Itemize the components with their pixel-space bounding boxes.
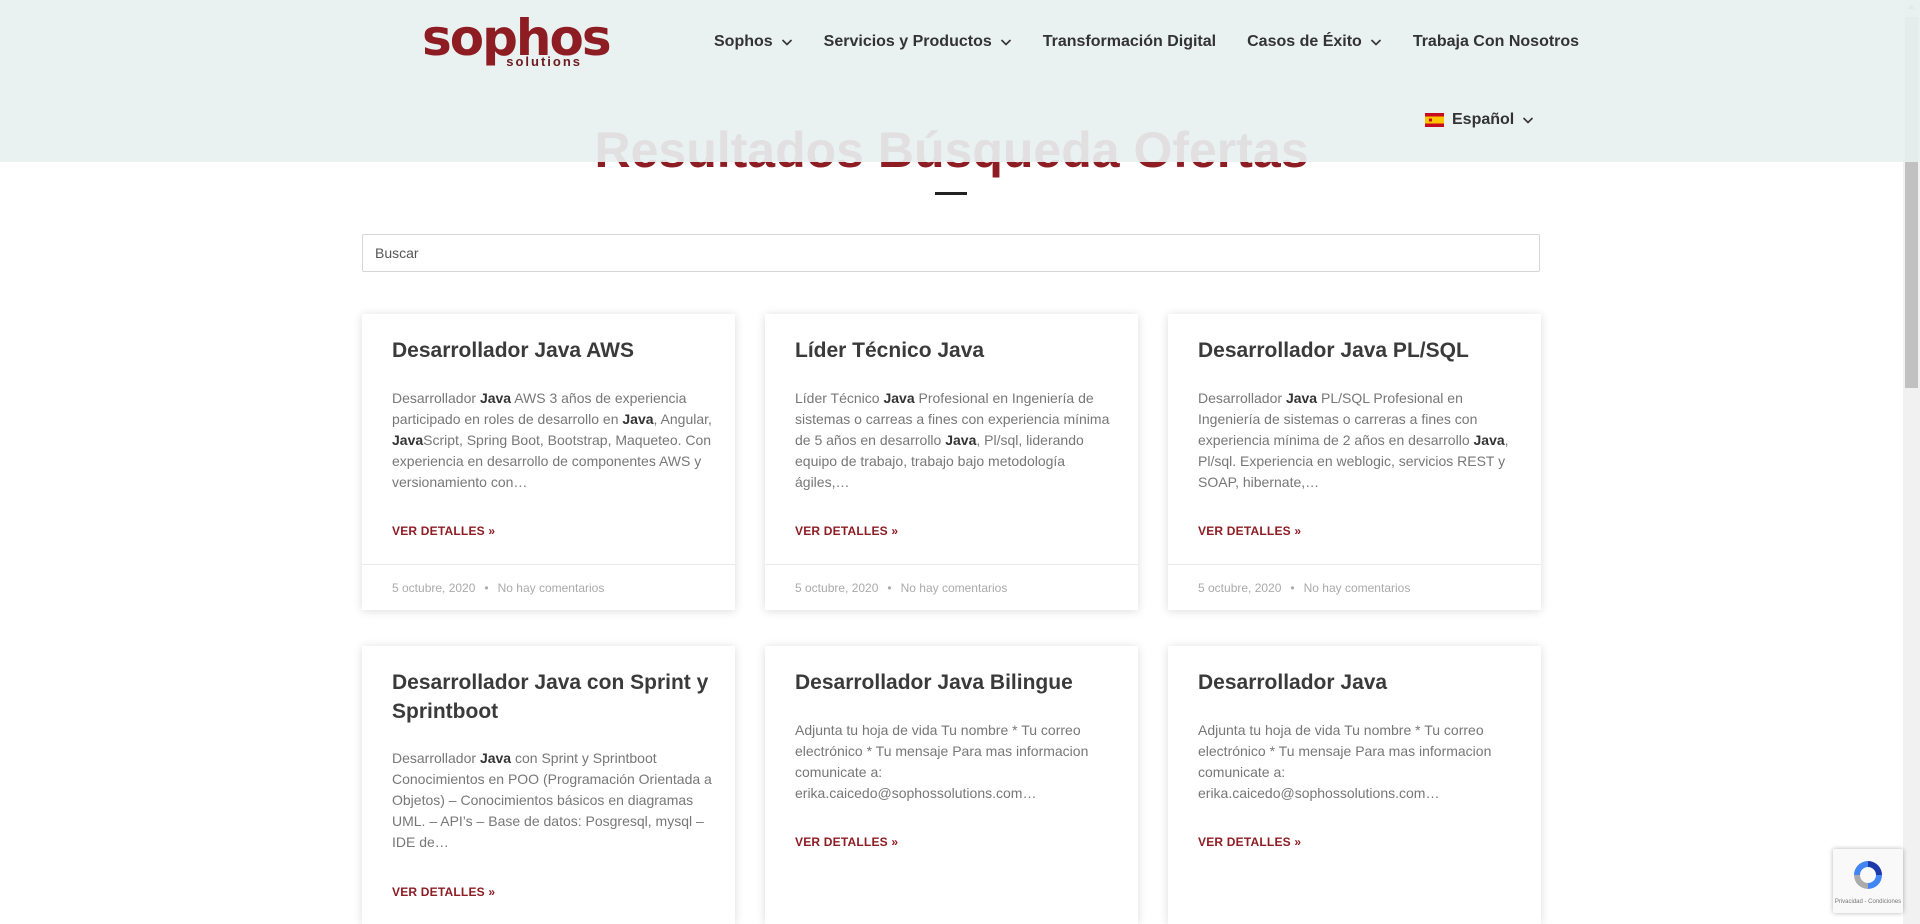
nav-item-trabaja-con-nosotros[interactable]: Trabaja Con Nosotros bbox=[1413, 30, 1579, 54]
nav-label: Transformación Digital bbox=[1042, 33, 1217, 50]
job-card-excerpt: Desarrollador Java AWS 3 años de experie… bbox=[392, 390, 712, 490]
search-highlight: Java bbox=[883, 390, 915, 406]
spain-flag-icon bbox=[1425, 113, 1444, 127]
recaptcha-badge[interactable]: Privacidad - Condiciones bbox=[1833, 849, 1903, 913]
job-card-excerpt: Adjunta tu hoja de vida Tu nombre * Tu c… bbox=[1198, 722, 1492, 801]
job-card-title[interactable]: Líder Técnico Java bbox=[795, 336, 1115, 365]
job-card: Líder Técnico Java Líder Técnico Java Pr… bbox=[765, 314, 1138, 610]
post-date: 5 octubre, 2020 bbox=[1198, 580, 1282, 595]
job-card-excerpt: Líder Técnico Java Profesional en Ingeni… bbox=[795, 390, 1110, 490]
nav-label: Casos de Éxito bbox=[1247, 33, 1362, 50]
separator-dot: • bbox=[887, 580, 892, 595]
nav-item-casos-exito[interactable]: Casos de Éxito bbox=[1247, 30, 1382, 54]
recaptcha-icon bbox=[1854, 861, 1882, 889]
nav-item-transformacion-digital[interactable]: Transformación Digital bbox=[1043, 30, 1216, 54]
job-card: Desarrollador Java PL/SQL Desarrollador … bbox=[1168, 314, 1541, 610]
logo-subtext: solutions bbox=[506, 54, 582, 69]
job-card-title[interactable]: Desarrollador Java PL/SQL bbox=[1198, 336, 1518, 365]
job-card-meta: 5 octubre, 2020 • No hay comentarios bbox=[362, 564, 735, 610]
comments-count[interactable]: No hay comentarios bbox=[1304, 581, 1411, 595]
job-card-title[interactable]: Desarrollador Java Bilingue bbox=[795, 668, 1115, 697]
job-card-excerpt: Desarrollador Java PL/SQL Profesional en… bbox=[1198, 390, 1509, 490]
page: Resultados Búsqueda Ofertas sophos solut… bbox=[0, 0, 1920, 924]
job-card: Desarrollador Java con Sprint y Sprintbo… bbox=[362, 646, 735, 924]
read-more-link[interactable]: VER DETALLES » bbox=[795, 835, 898, 849]
job-card-title[interactable]: Desarrollador Java bbox=[1198, 668, 1518, 697]
nav-item-sophos[interactable]: Sophos bbox=[714, 30, 793, 54]
search-highlight: Java bbox=[945, 432, 977, 448]
post-date: 5 octubre, 2020 bbox=[795, 580, 879, 595]
read-more-link[interactable]: VER DETALLES » bbox=[1198, 835, 1301, 849]
job-card-meta: 5 octubre, 2020 • No hay comentarios bbox=[1168, 564, 1541, 610]
comments-count[interactable]: No hay comentarios bbox=[901, 581, 1008, 595]
separator-dot: • bbox=[1290, 580, 1295, 595]
search-highlight: Java bbox=[392, 432, 424, 448]
job-card-excerpt: Desarrollador Java con Sprint y Sprintbo… bbox=[392, 750, 712, 850]
read-more-link[interactable]: VER DETALLES » bbox=[392, 885, 495, 899]
job-card-title[interactable]: Desarrollador Java AWS bbox=[392, 336, 712, 365]
site-header: sophos solutions Sophos Servicios y Prod… bbox=[0, 0, 1920, 162]
read-more-link[interactable]: VER DETALLES » bbox=[795, 524, 898, 538]
search-highlight: Java bbox=[1473, 432, 1505, 448]
job-card: Desarrollador Java Adjunta tu hoja de vi… bbox=[1168, 646, 1541, 924]
sophos-logo[interactable]: sophos solutions bbox=[422, 12, 612, 72]
read-more-link[interactable]: VER DETALLES » bbox=[1198, 524, 1301, 538]
job-card-excerpt: Adjunta tu hoja de vida Tu nombre * Tu c… bbox=[795, 722, 1089, 801]
recaptcha-links[interactable]: Privacidad - Condiciones bbox=[1833, 899, 1903, 905]
chevron-down-icon bbox=[1523, 117, 1534, 124]
read-more-link[interactable]: VER DETALLES » bbox=[392, 524, 495, 538]
nav-item-servicios-productos[interactable]: Servicios y Productos bbox=[824, 30, 1012, 54]
search-highlight: Java bbox=[479, 390, 512, 406]
title-divider bbox=[935, 192, 967, 195]
chevron-down-icon bbox=[781, 39, 792, 46]
nav-label: Sophos bbox=[714, 33, 773, 50]
job-card-meta: 5 octubre, 2020 • No hay comentarios bbox=[765, 564, 1138, 610]
search-highlight: Java bbox=[622, 411, 654, 427]
job-card: Desarrollador Java AWS Desarrollador Jav… bbox=[362, 314, 735, 610]
nav-label: Trabaja Con Nosotros bbox=[1412, 33, 1580, 50]
search-highlight: Java bbox=[479, 750, 512, 766]
main-nav: Sophos Servicios y Productos Transformac… bbox=[714, 30, 1579, 54]
chevron-down-icon bbox=[1370, 39, 1381, 46]
language-selector[interactable]: Español bbox=[1425, 111, 1534, 129]
search-input[interactable] bbox=[362, 234, 1540, 272]
job-card: Desarrollador Java Bilingue Adjunta tu h… bbox=[765, 646, 1138, 924]
chevron-down-icon bbox=[1000, 39, 1011, 46]
nav-label: Servicios y Productos bbox=[823, 33, 992, 50]
job-card-title[interactable]: Desarrollador Java con Sprint y Sprintbo… bbox=[392, 668, 712, 726]
comments-count[interactable]: No hay comentarios bbox=[498, 581, 605, 595]
search-highlight: Java bbox=[1285, 390, 1318, 406]
post-date: 5 octubre, 2020 bbox=[392, 580, 476, 595]
language-label: Español bbox=[1452, 111, 1515, 128]
separator-dot: • bbox=[484, 580, 489, 595]
